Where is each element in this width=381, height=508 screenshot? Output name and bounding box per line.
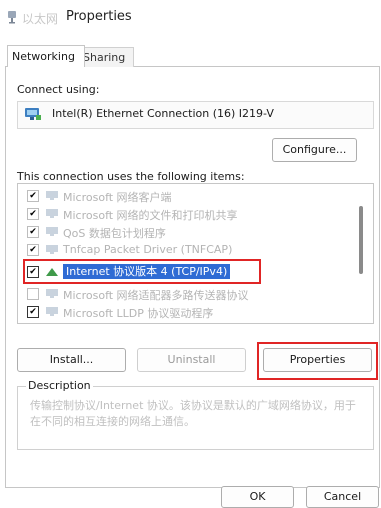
list-item[interactable]: ✔ Tnfcap Packet Driver (TNFCAP) [18,242,358,258]
list-item[interactable]: ✔ Microsoft LLDP 协议驱动程序 [18,304,358,320]
highlight-box-properties [257,342,378,380]
list-item[interactable]: ✔ Microsoft 网络的文件和打印机共享 [18,206,358,222]
adapter-name: Intel(R) Ethernet Connection (16) I219-V [52,107,274,120]
client-icon [46,191,58,200]
item-label: Microsoft 网络适配器多路传送器协议 [63,289,249,302]
tab-networking[interactable]: Networking [7,45,85,67]
connect-using-label: Connect using: [17,83,100,96]
item-label: Microsoft 网络客户端 [63,191,172,204]
item-checkbox[interactable] [27,288,39,300]
file-sharing-icon [46,209,58,218]
description-text: 传输控制协议/Internet 协议。该协议是默认的广域网络协议，用于在不同的相… [30,399,356,428]
configure-button[interactable]: Configure... [272,138,357,162]
list-item[interactable]: ✔ Microsoft 网络客户端 [18,188,358,204]
item-label: QoS 数据包计划程序 [63,227,166,240]
items-label: This connection uses the following items… [17,170,245,183]
ok-button[interactable]: OK [221,486,294,508]
driver-icon [46,245,58,254]
qos-icon [46,227,58,236]
item-checkbox[interactable]: ✔ [27,208,39,220]
tab-strip: Networking Sharing [0,45,381,67]
network-adapter-icon [8,11,16,24]
item-label: Microsoft LLDP 协议驱动程序 [63,307,214,320]
lldp-icon [46,307,58,316]
ethernet-adapter-icon [25,108,41,120]
item-checkbox[interactable]: ✔ [27,226,39,238]
items-list: ✔ Microsoft 网络客户端 ✔ Microsoft 网络的文件和打印机共… [17,183,374,324]
window-title: Properties [66,9,132,24]
scrollbar-thumb[interactable] [359,206,363,274]
cancel-button[interactable]: Cancel [306,486,379,508]
tab-sharing[interactable]: Sharing [78,47,134,67]
uninstall-button[interactable]: Uninstall [137,348,246,372]
item-label: Tnfcap Packet Driver (TNFCAP) [63,243,233,256]
highlight-box-ipv4 [23,259,261,284]
window-title-adapter: 以太网 [22,12,59,26]
item-checkbox[interactable]: ✔ [27,306,39,318]
multiplexor-icon [46,289,58,298]
item-checkbox[interactable]: ✔ [27,244,39,256]
list-item[interactable]: ✔ QoS 数据包计划程序 [18,224,358,240]
item-label: Microsoft 网络的文件和打印机共享 [63,209,238,222]
item-checkbox[interactable]: ✔ [27,190,39,202]
list-item[interactable]: Microsoft 网络适配器多路传送器协议 [18,286,358,302]
install-button[interactable]: Install... [17,348,126,372]
description-label: Description [26,379,93,392]
